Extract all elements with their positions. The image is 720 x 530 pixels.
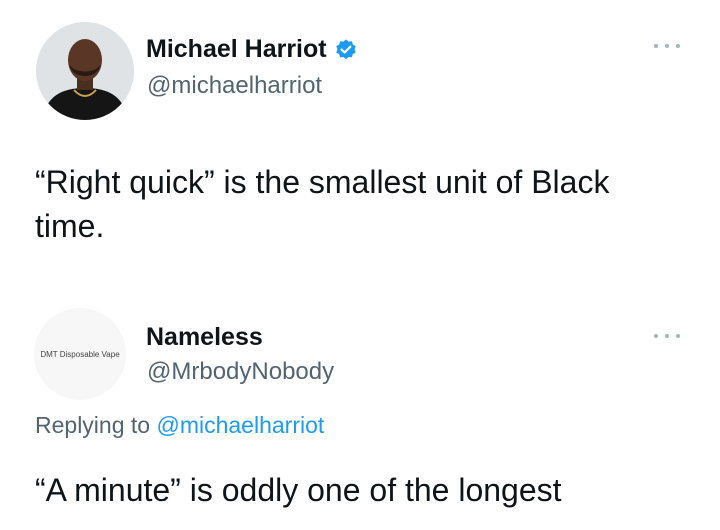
- replying-prefix: Replying to: [35, 412, 151, 438]
- more-options-icon[interactable]: [654, 42, 680, 50]
- dot: [676, 44, 680, 48]
- mention-link[interactable]: @michaelharriot: [156, 412, 324, 438]
- tweet[interactable]: Michael Harriot @michaelharriot “Right q…: [0, 0, 720, 290]
- more-options-icon[interactable]: [654, 332, 680, 340]
- dot: [665, 44, 669, 48]
- dot: [654, 44, 658, 48]
- dot: [654, 334, 658, 338]
- avatar[interactable]: [36, 22, 134, 120]
- dot: [676, 334, 680, 338]
- profile-photo: [36, 22, 134, 120]
- display-name[interactable]: Michael Harriot: [146, 35, 358, 64]
- handle[interactable]: @michaelharriot: [147, 72, 322, 100]
- avatar[interactable]: DMT Disposable Vape: [34, 308, 126, 400]
- avatar-caption: DMT Disposable Vape: [40, 349, 120, 359]
- replying-to: Replying to @michaelharriot: [35, 412, 324, 439]
- tweet[interactable]: DMT Disposable Vape Nameless @MrbodyNobo…: [0, 290, 720, 530]
- tweet-text: “Right quick” is the smallest unit of Bl…: [35, 164, 610, 244]
- handle[interactable]: @MrbodyNobody: [147, 358, 334, 386]
- display-name-text[interactable]: Michael Harriot: [146, 35, 327, 64]
- tweet-text: “A minute” is oddly one of the longest: [35, 472, 562, 508]
- verified-badge-icon: [335, 39, 356, 59]
- dot: [665, 334, 669, 338]
- display-name-text[interactable]: Nameless: [146, 323, 263, 352]
- display-name[interactable]: Nameless: [146, 323, 263, 352]
